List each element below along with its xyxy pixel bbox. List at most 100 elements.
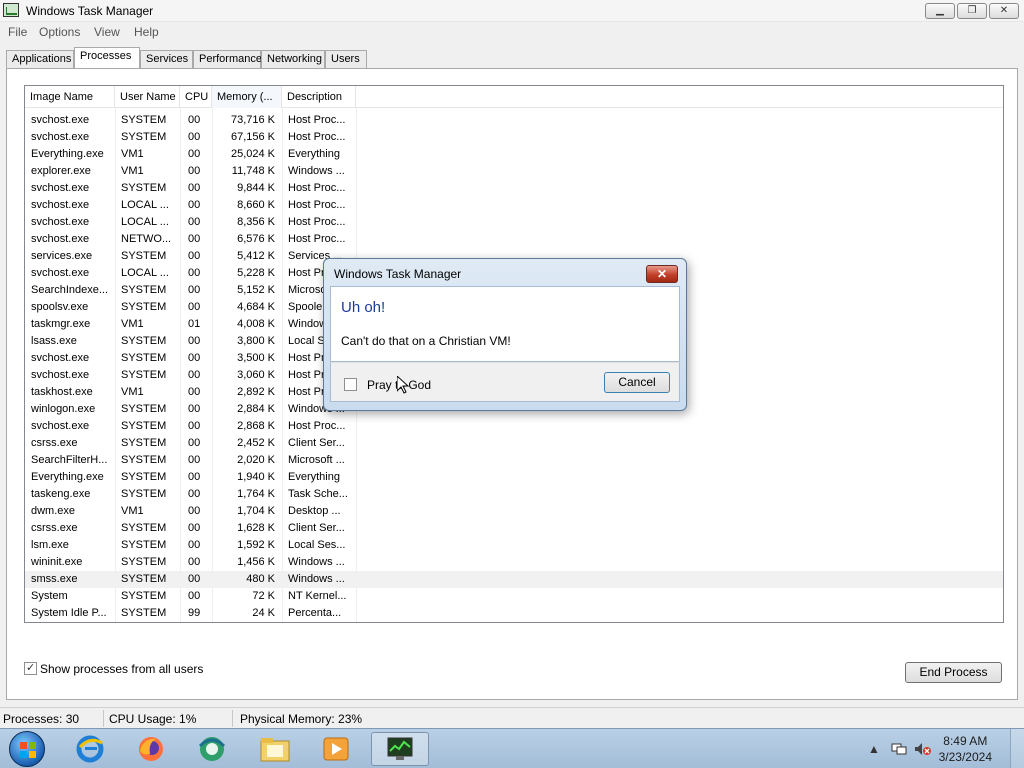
show-all-users-checkbox[interactable]: [24, 661, 37, 675]
firefox-icon[interactable]: [125, 732, 177, 766]
table-row[interactable]: dwm.exe VM1 00 1,704 K Desktop ...: [25, 503, 1003, 520]
tab-services[interactable]: Services: [140, 50, 193, 68]
cell-cpu: 00: [188, 471, 201, 483]
table-row[interactable]: wininit.exe SYSTEM 00 1,456 K Windows ...: [25, 554, 1003, 571]
start-button[interactable]: [9, 731, 45, 767]
cell-memory: 3,060 K: [237, 369, 275, 381]
cell-description: Client Ser...: [288, 437, 345, 449]
cell-memory: 1,592 K: [237, 539, 275, 551]
column-memory[interactable]: Memory (...: [212, 86, 282, 108]
menu-options[interactable]: Options: [39, 25, 80, 39]
menu-file[interactable]: File: [8, 25, 27, 39]
column-image-name[interactable]: Image Name: [25, 86, 115, 108]
mouse-cursor-icon: [397, 376, 409, 394]
cell-description: Percenta...: [288, 607, 342, 619]
cell-image-name: Everything.exe: [31, 148, 104, 160]
cell-description: Microsoft ...: [288, 454, 345, 466]
tab-performance[interactable]: Performance: [193, 50, 262, 68]
cell-memory: 11,748 K: [231, 165, 275, 177]
cell-image-name: svchost.exe: [31, 352, 90, 364]
restore-button[interactable]: ❐: [957, 3, 987, 19]
minimize-button[interactable]: ▁: [925, 3, 955, 19]
cell-user-name: VM1: [121, 318, 144, 330]
close-button[interactable]: ✕: [989, 3, 1019, 19]
show-desktop-button[interactable]: [1010, 729, 1024, 768]
cell-user-name: LOCAL ...: [121, 199, 169, 211]
table-row[interactable]: svchost.exe SYSTEM 00 2,868 K Host Proc...: [25, 418, 1003, 435]
show-hidden-icons-icon[interactable]: ▲: [868, 742, 880, 756]
table-row[interactable]: Everything.exe SYSTEM 00 1,940 K Everything: [25, 469, 1003, 486]
table-row[interactable]: smss.exe SYSTEM 00 480 K Windows ...: [25, 571, 1003, 588]
cell-cpu: 00: [188, 114, 201, 126]
cell-user-name: SYSTEM: [121, 114, 167, 126]
volume-muted-icon[interactable]: [914, 742, 932, 759]
cell-image-name: lsm.exe: [31, 539, 69, 551]
end-process-button[interactable]: End Process: [905, 662, 1002, 683]
cell-image-name: wininit.exe: [31, 556, 83, 568]
menu-bar: File Options View Help: [0, 22, 1024, 42]
column-cpu[interactable]: CPU: [180, 86, 212, 108]
column-user-name[interactable]: User Name: [115, 86, 180, 108]
cell-description: Everything: [288, 471, 340, 483]
cell-description: Host Proc...: [288, 182, 346, 194]
cell-memory: 1,456 K: [237, 556, 275, 568]
table-row[interactable]: System SYSTEM 00 72 K NT Kernel...: [25, 588, 1003, 605]
table-row[interactable]: SearchFilterH... SYSTEM 00 2,020 K Microsoft…: [25, 452, 1003, 469]
cell-image-name: dwm.exe: [31, 505, 76, 517]
browser-icon[interactable]: [186, 732, 238, 766]
table-row[interactable]: svchost.exe SYSTEM 00 73,716 K Host Proc...: [25, 112, 1003, 129]
task-manager-icon: [3, 3, 19, 17]
table-row[interactable]: explorer.exe VM1 00 11,748 K Windows ...: [25, 163, 1003, 180]
cancel-button[interactable]: Cancel: [604, 372, 670, 393]
cell-description: Client Ser...: [288, 522, 345, 534]
table-row[interactable]: Everything.exe VM1 00 25,024 K Everything: [25, 146, 1003, 163]
cell-image-name: lsass.exe: [31, 335, 77, 347]
table-row[interactable]: csrss.exe SYSTEM 00 2,452 K Client Ser...: [25, 435, 1003, 452]
table-row[interactable]: lsm.exe SYSTEM 00 1,592 K Local Ses...: [25, 537, 1003, 554]
pray-checkbox[interactable]: [344, 378, 357, 391]
cell-memory: 5,412 K: [237, 250, 275, 262]
clock-time: 8:49 AM: [943, 734, 988, 748]
table-row[interactable]: svchost.exe SYSTEM 00 67,156 K Host Proc...: [25, 129, 1003, 146]
cell-memory: 480 K: [246, 573, 275, 585]
clock[interactable]: 8:49 AM 3/23/2024: [939, 733, 992, 765]
menu-view[interactable]: View: [94, 25, 120, 39]
tab-processes[interactable]: Processes: [74, 47, 140, 68]
table-row[interactable]: svchost.exe LOCAL ... 00 8,356 K Host Proc..…: [25, 214, 1003, 231]
cell-user-name: SYSTEM: [121, 352, 167, 364]
tab-users[interactable]: Users: [325, 50, 367, 68]
status-memory: Physical Memory: 23%: [240, 712, 363, 726]
media-player-icon[interactable]: [310, 732, 362, 766]
internet-explorer-icon[interactable]: [64, 732, 116, 766]
task-manager-taskbar-icon[interactable]: [371, 732, 429, 766]
table-row[interactable]: svchost.exe NETWO... 00 6,576 K Host Proc...: [25, 231, 1003, 248]
cell-cpu: 00: [188, 284, 201, 296]
cell-image-name: taskmgr.exe: [31, 318, 91, 330]
table-row[interactable]: svchost.exe LOCAL ... 00 8,660 K Host Proc..…: [25, 197, 1003, 214]
cell-cpu: 00: [188, 488, 201, 500]
cell-memory: 1,628 K: [237, 522, 275, 534]
table-row[interactable]: svchost.exe SYSTEM 00 9,844 K Host Proc...: [25, 180, 1003, 197]
tab-networking[interactable]: Networking: [261, 50, 325, 68]
cell-user-name: SYSTEM: [121, 369, 167, 381]
cell-description: Local Ses...: [288, 539, 346, 551]
cell-image-name: smss.exe: [31, 573, 78, 585]
cell-description: Host Proc...: [288, 420, 346, 432]
cell-cpu: 00: [188, 250, 201, 262]
network-icon[interactable]: [891, 742, 907, 759]
cell-image-name: svchost.exe: [31, 131, 90, 143]
menu-help[interactable]: Help: [134, 25, 159, 39]
column-description[interactable]: Description: [282, 86, 356, 108]
tab-applications[interactable]: Applications: [6, 50, 74, 68]
cell-image-name: System Idle P...: [31, 607, 107, 619]
table-row[interactable]: taskeng.exe SYSTEM 00 1,764 K Task Sche...: [25, 486, 1003, 503]
table-row[interactable]: csrss.exe SYSTEM 00 1,628 K Client Ser...: [25, 520, 1003, 537]
table-row[interactable]: System Idle P... SYSTEM 99 24 K Percenta...: [25, 605, 1003, 622]
dialog-close-button[interactable]: ✕: [646, 265, 678, 283]
file-explorer-icon[interactable]: [249, 732, 301, 766]
cell-memory: 25,024 K: [230, 148, 275, 160]
cell-memory: 3,500 K: [237, 352, 275, 364]
show-all-users-label: Show processes from all users: [40, 662, 204, 676]
cell-cpu: 00: [188, 233, 201, 245]
cell-user-name: SYSTEM: [121, 590, 167, 602]
